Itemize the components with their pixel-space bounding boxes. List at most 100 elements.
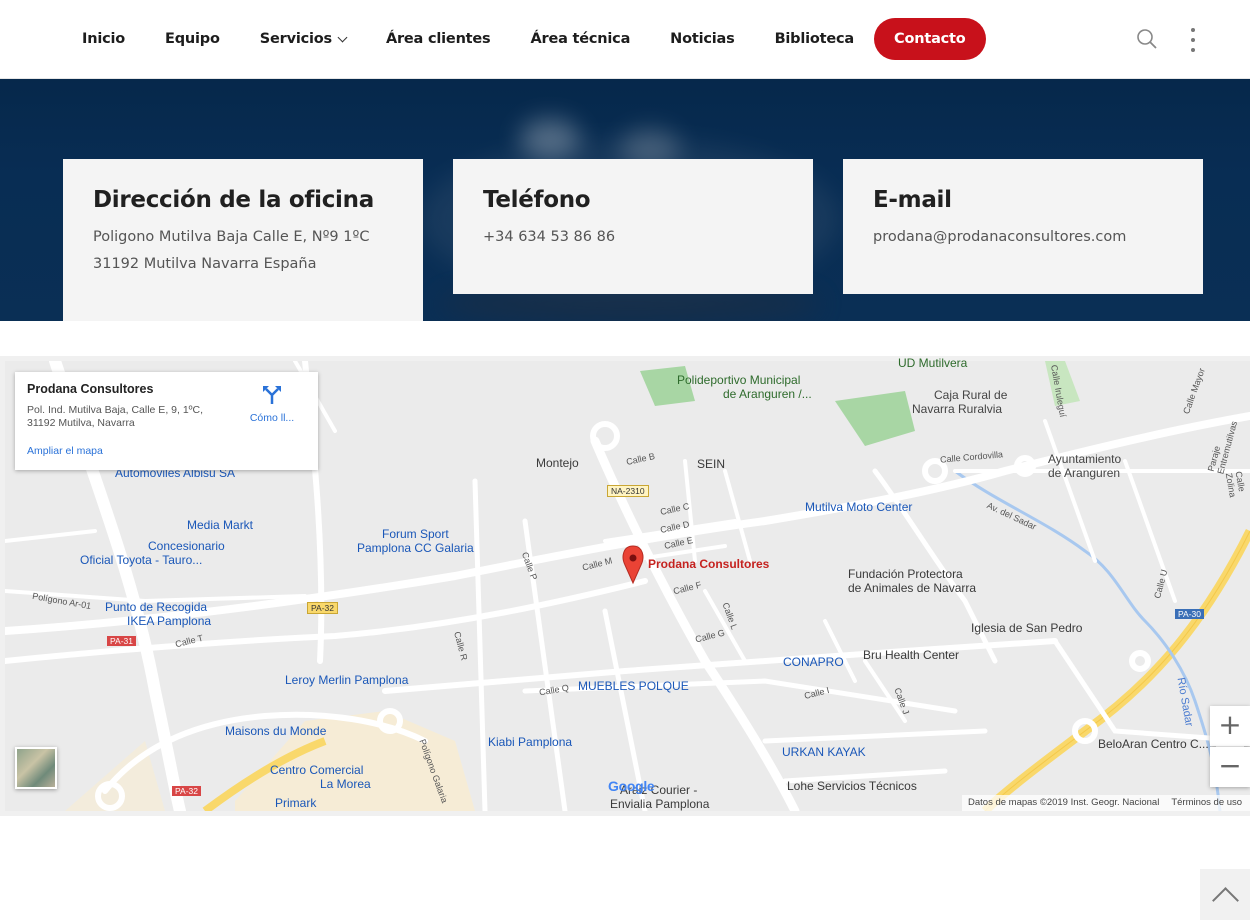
nav-label: Noticias [670, 31, 735, 47]
poi-label[interactable]: Concesionario [148, 539, 225, 553]
street-label: Calle L [720, 601, 740, 631]
street-label: Polígono Galaria [417, 737, 450, 805]
nav-item-biblioteca[interactable]: Biblioteca [755, 18, 874, 60]
nav-label: Equipo [165, 31, 220, 47]
street-label: Calle T [174, 632, 205, 650]
directions-button[interactable]: Cómo ll... [237, 384, 307, 424]
contact-hero: Dirección de la oficina Poligono Mutilva… [0, 79, 1250, 321]
poi-label[interactable]: Lohe Servicios Técnicos [787, 779, 917, 793]
street-label: Calle Mayor [1181, 366, 1207, 416]
poi-label[interactable]: MUEBLES POLQUE [578, 679, 689, 693]
street-label: Calle M [581, 555, 614, 573]
hero-background-blur [520, 119, 580, 159]
satellite-layer-toggle[interactable] [15, 747, 57, 789]
poi-label[interactable]: Primark [275, 796, 316, 810]
street-label: Calle G [694, 627, 726, 645]
street-label: Calle R [452, 630, 470, 662]
poi-label[interactable]: SEIN [697, 457, 725, 471]
poi-label[interactable]: Polideportivo Municipal [677, 373, 800, 387]
contact-button[interactable]: Contacto [874, 18, 986, 60]
poi-label[interactable]: CONAPRO [783, 655, 844, 669]
nav-label: Área técnica [530, 31, 631, 47]
poi-label[interactable]: Centro Comercial [270, 763, 363, 777]
poi-label[interactable]: La Morea [320, 777, 371, 791]
nav-item-area-tecnica[interactable]: Área técnica [510, 18, 650, 60]
poi-label[interactable]: Forum Sport [382, 527, 449, 541]
marker-label: Prodana Consultores [648, 557, 770, 571]
nav-label: Área clientes [385, 31, 491, 47]
address-line: 31192 Mutilva, Navarra [27, 417, 135, 429]
street-label: Calle P [519, 550, 540, 582]
back-to-top-button[interactable] [1200, 869, 1250, 920]
road-shield: NA-2310 [607, 485, 649, 497]
poi-label[interactable]: Iglesia de San Pedro [971, 621, 1082, 635]
nav-item-area-clientes[interactable]: Área clientes [366, 18, 511, 60]
street-label: Paraje Entremutilvas [1205, 419, 1240, 476]
nav-item-inicio[interactable]: Inicio [62, 18, 145, 60]
poi-label[interactable]: Maisons du Monde [225, 724, 326, 738]
street-label: Calle U [1152, 568, 1170, 600]
poi-label[interactable]: Oficial Toyota - Tauro... [80, 553, 202, 567]
chevron-down-icon [337, 32, 348, 42]
poi-label[interactable]: IKEA Pamplona [127, 614, 211, 628]
street-label: Calle I [803, 685, 831, 701]
poi-label[interactable]: Media Markt [187, 518, 253, 532]
more-vertical-icon[interactable] [1183, 26, 1203, 54]
contact-button-label: Contacto [894, 31, 966, 47]
nav-label: Inicio [82, 31, 126, 47]
road-shield: PA-32 [307, 602, 338, 614]
road-shield: PA-30 [1175, 609, 1204, 619]
river-label: Río Sadar [1174, 676, 1195, 728]
map-info-window: Prodana Consultores Pol. Ind. Mutilva Ba… [15, 372, 318, 470]
poi-label[interactable]: Ayuntamiento [1048, 452, 1121, 466]
poi-label[interactable]: Montejo [536, 456, 579, 470]
card-title: E-mail [873, 187, 952, 213]
poi-label[interactable]: de Aranguren /... [723, 387, 812, 401]
nav-item-servicios[interactable]: Servicios [240, 18, 366, 60]
street-label: Calle F [672, 579, 703, 597]
poi-label[interactable]: Envialia Pamplona [610, 797, 709, 811]
street-label: Av. del Sadar [985, 500, 1038, 532]
enlarge-map-link[interactable]: Ampliar el mapa [27, 445, 103, 457]
nav-item-equipo[interactable]: Equipo [145, 18, 240, 60]
poi-label[interactable]: Leroy Merlin Pamplona [285, 673, 408, 687]
poi-label[interactable]: de Animales de Navarra [848, 581, 976, 595]
email-address[interactable]: prodana@prodanaconsultores.com [873, 224, 1173, 251]
poi-label[interactable]: de Aranguren [1048, 466, 1120, 480]
poi-label[interactable]: BeloAran Centro C... [1098, 737, 1209, 751]
street-label: Calle Zolina [1223, 470, 1247, 499]
phone-number[interactable]: +34 634 53 86 86 [483, 224, 783, 251]
search-icon[interactable] [1136, 28, 1158, 50]
poi-label[interactable]: Kiabi Pamplona [488, 735, 572, 749]
poi-label[interactable]: URKAN KAYAK [782, 745, 866, 759]
street-label: Calle E [663, 535, 694, 551]
street-label: Calle D [659, 519, 691, 535]
office-address-card: Dirección de la oficina Poligono Mutilva… [63, 159, 423, 321]
street-label: Calle Iruleguí [1048, 364, 1069, 418]
terms-link[interactable]: Términos de uso [1171, 797, 1242, 809]
road-shield: PA-32 [172, 786, 201, 796]
phone-card: Teléfono +34 634 53 86 86 [453, 159, 813, 294]
street-label: Calle C [659, 501, 691, 517]
poi-label[interactable]: Navarra Ruralvia [912, 402, 1002, 416]
map-attribution: Datos de mapas ©2019 Inst. Geogr. Nacion… [962, 795, 1250, 811]
google-logo: Google [608, 778, 655, 794]
nav-label: Servicios [259, 31, 332, 47]
zoom-out-button[interactable]: − [1210, 747, 1250, 787]
directions-icon [263, 386, 281, 404]
road-shield: PA-31 [107, 636, 136, 646]
poi-label[interactable]: Bru Health Center [863, 648, 959, 662]
nav-label: Biblioteca [774, 31, 855, 47]
zoom-in-button[interactable]: + [1210, 706, 1250, 746]
poi-label[interactable]: Mutilva Moto Center [805, 500, 912, 514]
place-address: Pol. Ind. Mutilva Baja, Calle E, 9, 1ºC,… [27, 404, 227, 430]
poi-label[interactable]: Caja Rural de [934, 388, 1007, 402]
poi-label[interactable]: Punto de Recogida [105, 600, 207, 614]
poi-label[interactable]: Fundación Protectora [848, 567, 963, 581]
top-navigation: Inicio Equipo Servicios Área clientes Ár… [0, 0, 1250, 79]
poi-label[interactable]: UD Mutilvera [898, 356, 967, 370]
nav-item-noticias[interactable]: Noticias [650, 18, 754, 60]
poi-label[interactable]: Pamplona CC Galaria [357, 541, 474, 555]
map-data-credit: Datos de mapas ©2019 Inst. Geogr. Nacion… [968, 797, 1160, 808]
address-line: Pol. Ind. Mutilva Baja, Calle E, 9, 1ºC, [27, 404, 203, 416]
